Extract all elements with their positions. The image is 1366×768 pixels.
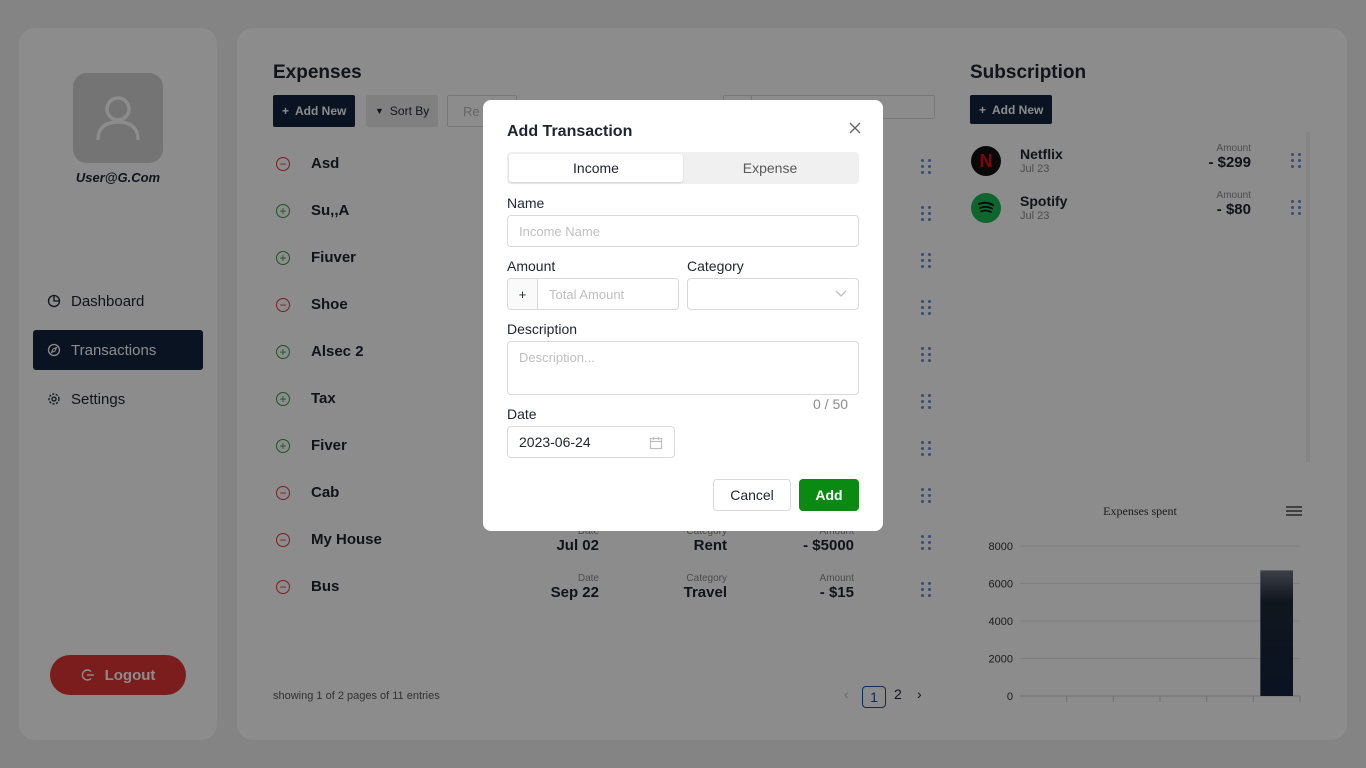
description-field[interactable]: Description... [507, 341, 859, 395]
date-picker[interactable]: 2023-06-24 [507, 426, 675, 458]
transaction-type-toggle: Income Expense [507, 152, 859, 184]
description-char-count: 0 / 50 [813, 396, 849, 412]
add-transaction-modal: Add Transaction Income Expense Name Inco… [483, 100, 883, 531]
cancel-button[interactable]: Cancel [713, 479, 791, 511]
description-label: Description [507, 321, 578, 337]
close-icon[interactable] [847, 120, 863, 136]
add-button[interactable]: Add [799, 479, 859, 511]
tab-expense[interactable]: Expense [683, 154, 857, 182]
amount-placeholder: Total Amount [549, 286, 625, 302]
modal-title: Add Transaction [507, 123, 633, 140]
description-placeholder: Description... [519, 350, 595, 365]
tab-income[interactable]: Income [509, 154, 683, 182]
calendar-icon [649, 437, 663, 450]
income-name-field[interactable]: Income Name [507, 215, 859, 247]
category-select[interactable] [687, 278, 859, 310]
name-label: Name [507, 195, 545, 211]
income-name-placeholder: Income Name [519, 223, 600, 239]
amount-prefix: + [508, 279, 538, 309]
category-label: Category [687, 258, 744, 274]
date-label: Date [507, 406, 537, 422]
chevron-down-icon [835, 290, 847, 297]
amount-field[interactable]: + Total Amount [507, 278, 679, 310]
date-value: 2023-06-24 [519, 434, 591, 450]
amount-label: Amount [507, 258, 556, 274]
